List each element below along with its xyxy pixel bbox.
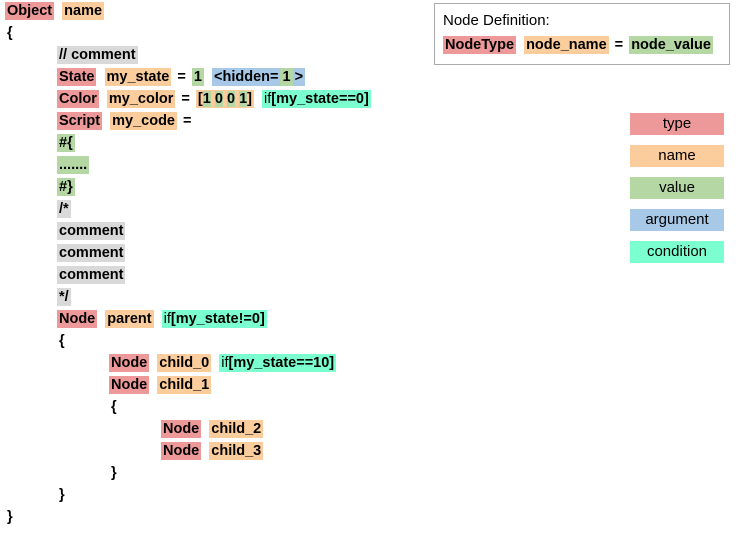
code-line: // comment	[0, 44, 430, 66]
token-value-array: [1 0 0 1]	[195, 90, 254, 108]
token-name: my_code	[110, 112, 177, 130]
token-type: Node	[109, 354, 150, 372]
code-line: Node parent if[my_state!=0]	[0, 308, 430, 330]
token-plain: {	[7, 25, 13, 41]
token-plain: }	[111, 465, 117, 481]
legend-item-type: type	[630, 113, 724, 135]
code-line: .......	[0, 154, 430, 176]
token-condition: if[my_state==10]	[219, 354, 337, 372]
node-definition-row: NodeType node_name = node_value	[443, 34, 721, 56]
color-legend: type name value argument condition	[630, 113, 724, 273]
token-type: Script	[57, 112, 103, 130]
code-line: }	[0, 506, 430, 528]
token-type: Node	[57, 310, 98, 328]
token-plain: =	[173, 69, 190, 85]
node-definition-panel: Node Definition: NodeType node_name = no…	[434, 3, 730, 65]
code-line: #{	[0, 132, 430, 154]
code-line: Node child_1	[0, 374, 430, 396]
token-value: #}	[57, 178, 75, 196]
condition-expression: [my_state==0]	[271, 91, 369, 107]
token-name: child_0	[157, 354, 212, 372]
code-line: Node child_0 if[my_state==10]	[0, 352, 430, 374]
code-line: {	[0, 396, 430, 418]
token-plain: =	[610, 37, 628, 53]
token-type: Node	[109, 376, 150, 394]
code-line: comment	[0, 242, 430, 264]
condition-keyword: if	[221, 355, 229, 371]
token-condition: if[my_state==0]	[262, 90, 371, 108]
token-value: 0	[214, 91, 223, 107]
token-comment: */	[57, 288, 71, 306]
code-line: Node child_3	[0, 440, 430, 462]
code-line: comment	[0, 220, 430, 242]
code-line: #}	[0, 176, 430, 198]
token-name: parent	[105, 310, 154, 328]
token-type: Node	[161, 420, 202, 438]
token-value: node_value	[629, 36, 713, 54]
token-name: child_1	[157, 376, 212, 394]
token-value: 1	[239, 91, 248, 107]
legend-item-value: value	[630, 177, 724, 199]
condition-expression: [my_state!=0]	[170, 311, 265, 327]
token-comment: comment	[57, 266, 126, 284]
token-plain: {	[111, 399, 117, 415]
code-line: Script my_code =	[0, 110, 430, 132]
token-plain: =	[177, 91, 194, 107]
code-listing: Object name { // comment State my_state = 1…	[0, 0, 430, 528]
token-argument: >	[292, 68, 306, 86]
token-name: child_2	[209, 420, 264, 438]
token-value: #{	[57, 134, 75, 152]
token-name: child_3	[209, 442, 264, 460]
token-name: my_state	[104, 68, 172, 86]
token-argument: <hidden=	[212, 68, 281, 86]
legend-item-name: name	[630, 145, 724, 167]
token-name: my_color	[106, 90, 176, 108]
token-name: name	[62, 2, 105, 20]
token-plain: }	[59, 487, 65, 503]
token-value: 1	[191, 68, 204, 86]
token-comment: comment	[57, 244, 126, 262]
legend-item-argument: argument	[630, 209, 724, 231]
token-comment: comment	[57, 222, 126, 240]
code-line: /*	[0, 198, 430, 220]
token-plain: }	[7, 509, 13, 525]
token-value: 1	[280, 68, 293, 86]
token-comment: /*	[57, 200, 71, 218]
code-line: Node child_2	[0, 418, 430, 440]
token-type: NodeType	[443, 36, 517, 54]
token-name: node_name	[524, 36, 609, 54]
code-line: {	[0, 330, 430, 352]
node-definition-title: Node Definition:	[443, 12, 550, 29]
code-line: */	[0, 286, 430, 308]
token-plain: {	[59, 333, 65, 349]
token-condition: if[my_state!=0]	[161, 310, 267, 328]
condition-expression: [my_state==10]	[228, 355, 335, 371]
code-line: Color my_color = [1 0 0 1] if[my_state==…	[0, 88, 430, 110]
code-line: comment	[0, 264, 430, 286]
token-value: .......	[57, 156, 90, 174]
token-type: Object	[5, 2, 55, 20]
token-type: Color	[57, 90, 99, 108]
code-line: }	[0, 484, 430, 506]
token-type: Node	[161, 442, 202, 460]
token-comment: // comment	[57, 46, 138, 64]
legend-item-condition: condition	[630, 241, 724, 263]
token-value: 0	[226, 91, 236, 107]
token-value: 1	[202, 91, 211, 107]
condition-keyword: if	[163, 311, 171, 327]
code-line: State my_state = 1 <hidden= 1 >	[0, 66, 430, 88]
code-line: }	[0, 462, 430, 484]
token-type: State	[57, 68, 97, 86]
code-line: Object name	[0, 0, 430, 22]
code-line: {	[0, 22, 430, 44]
token-plain: =	[179, 113, 192, 129]
